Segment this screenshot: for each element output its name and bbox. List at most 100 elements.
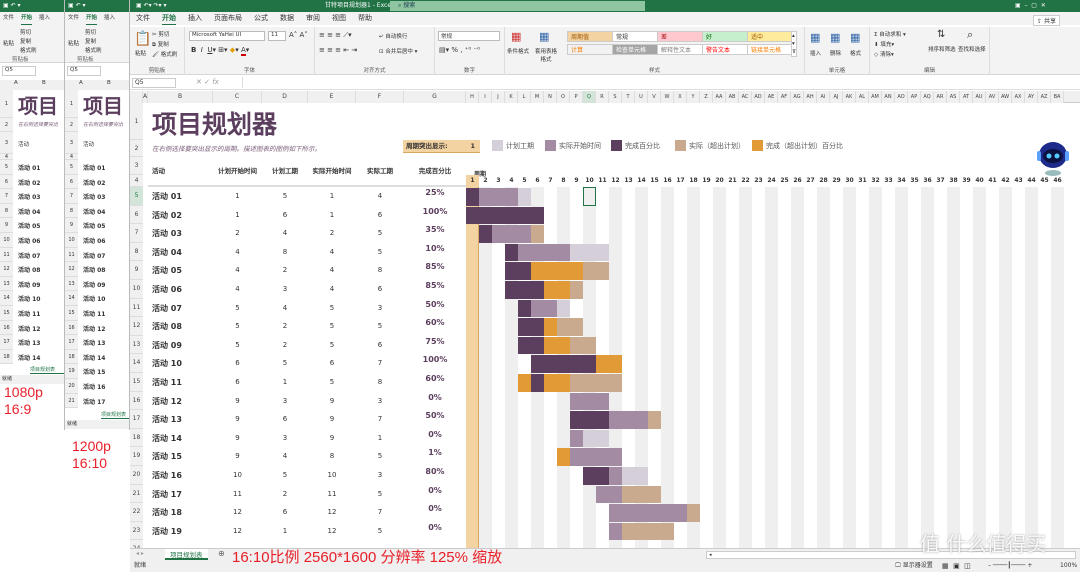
col-header-AD[interactable]: AD: [752, 91, 765, 103]
activity-percent[interactable]: 85%: [404, 281, 466, 290]
activity-pd[interactable]: 2: [262, 266, 308, 274]
activity-row[interactable]: 活动 16 10 5 10 3 80%: [130, 466, 466, 485]
activity-percent[interactable]: 0%: [404, 430, 466, 439]
col-header-AM[interactable]: AM: [869, 91, 882, 103]
col-header-AO[interactable]: AO: [895, 91, 908, 103]
activity-row[interactable]: 活动 19 12 1 12 5 0%: [130, 522, 466, 541]
sort-filter-button[interactable]: 排序和筛选: [928, 45, 956, 53]
col-header-O[interactable]: O: [557, 91, 570, 103]
activity-row[interactable]: 活动 05 4 2 4 8 85%: [130, 261, 466, 280]
activity-percent[interactable]: 75%: [404, 337, 466, 346]
activity-pd[interactable]: 6: [262, 211, 308, 219]
format-button[interactable]: 格式: [850, 49, 861, 57]
col-header-H[interactable]: H: [466, 91, 479, 103]
activity-row[interactable]: 活动 06 4 3 4 6 85%: [130, 280, 466, 299]
activity-ps[interactable]: 2: [213, 229, 262, 237]
col-header-AS[interactable]: AS: [947, 91, 960, 103]
col-header-AC[interactable]: AC: [739, 91, 752, 103]
col-header-M[interactable]: M: [531, 91, 544, 103]
col-header-S[interactable]: S: [609, 91, 622, 103]
name-box[interactable]: Q5: [132, 78, 176, 88]
col-header-G[interactable]: G: [404, 91, 466, 103]
activity-percent[interactable]: 85%: [404, 262, 466, 271]
table-format-button[interactable]: 套用表格格式: [533, 47, 559, 63]
activity-pd[interactable]: 2: [262, 490, 308, 498]
activity-ps[interactable]: 4: [213, 266, 262, 274]
activity-ps[interactable]: 5: [213, 341, 262, 349]
col-header-AF[interactable]: AF: [778, 91, 791, 103]
activity-as[interactable]: 5: [308, 341, 356, 349]
activity-pd[interactable]: 1: [262, 378, 308, 386]
activity-ps[interactable]: 12: [213, 527, 262, 535]
activity-pd[interactable]: 4: [262, 304, 308, 312]
activity-ps[interactable]: 1: [213, 211, 262, 219]
col-header-Y[interactable]: Y: [687, 91, 700, 103]
activity-row[interactable]: 活动 18 12 6 12 7 0%: [130, 503, 466, 522]
activity-as[interactable]: 1: [308, 211, 356, 219]
col-header-AL[interactable]: AL: [856, 91, 869, 103]
number-format-buttons[interactable]: ▤▾ % , ⁺⁰ ⁻⁰: [439, 46, 480, 54]
activity-row[interactable]: 活动 02 1 6 1 6 100%: [130, 206, 466, 225]
merge-center-button[interactable]: ⊡ 合并后居中 ▾: [379, 47, 417, 55]
activity-ps[interactable]: 9: [213, 452, 262, 460]
activity-percent[interactable]: 80%: [404, 467, 466, 476]
col-header-BA[interactable]: BA: [1051, 91, 1064, 103]
font-size-select[interactable]: 11: [268, 31, 286, 41]
mini-sheet-tab[interactable]: 项目规划表: [30, 366, 64, 374]
view-buttons[interactable]: ▦ ▣ ◫: [942, 560, 971, 572]
quick-access-icons[interactable]: ▣ ↶▾ ↷▾ ▾: [136, 0, 166, 12]
activity-row[interactable]: 活动 07 5 4 5 3 50%: [130, 299, 466, 318]
activity-ad[interactable]: 3: [356, 471, 404, 479]
mini-paste-button[interactable]: 粘贴: [3, 39, 14, 47]
number-format-select[interactable]: 常规: [438, 31, 500, 41]
activity-pd[interactable]: 6: [262, 508, 308, 516]
activity-as[interactable]: 2: [308, 229, 356, 237]
activity-row[interactable]: 活动 03 2 4 2 5 35%: [130, 224, 466, 243]
select-all[interactable]: [130, 91, 143, 103]
activity-ad[interactable]: 1: [356, 434, 404, 442]
activity-pd[interactable]: 2: [262, 341, 308, 349]
font-grow-shrink-icons[interactable]: A˄ A˅: [289, 31, 308, 39]
activity-as[interactable]: 4: [308, 248, 356, 256]
align-buttons-2[interactable]: ≡ ≡ ≡ ⇤ ⇥: [319, 46, 357, 54]
find-select-button[interactable]: 查找和选择: [958, 45, 986, 53]
activity-ps[interactable]: 4: [213, 248, 262, 256]
activity-ps[interactable]: 9: [213, 397, 262, 405]
tab-5[interactable]: 数据: [280, 12, 294, 25]
activity-ad[interactable]: 8: [356, 378, 404, 386]
col-header-AK[interactable]: AK: [843, 91, 856, 103]
activity-pd[interactable]: 4: [262, 229, 308, 237]
activity-ad[interactable]: 3: [356, 397, 404, 405]
activity-row[interactable]: 活动 14 9 3 9 1 0%: [130, 429, 466, 448]
activity-as[interactable]: 5: [308, 322, 356, 330]
cell-style-3[interactable]: 好: [702, 31, 748, 42]
col-header-AV[interactable]: AV: [986, 91, 999, 103]
cell-style-0[interactable]: 周期值: [567, 31, 613, 42]
activity-as[interactable]: 9: [308, 434, 356, 442]
zoom-slider[interactable]: – ────┃──── +: [988, 560, 1032, 572]
mini-cut-button[interactable]: 剪切: [20, 28, 31, 36]
row-header-24[interactable]: 24: [130, 540, 143, 548]
col-header-F[interactable]: F: [356, 91, 404, 103]
col-header-AG[interactable]: AG: [791, 91, 804, 103]
mini-name-box[interactable]: Q5: [2, 66, 36, 76]
activity-ad[interactable]: 5: [356, 229, 404, 237]
activity-ad[interactable]: 5: [356, 452, 404, 460]
col-header-AT[interactable]: AT: [960, 91, 973, 103]
col-header-K[interactable]: K: [505, 91, 518, 103]
activity-percent[interactable]: 100%: [404, 355, 466, 364]
mini-tab[interactable]: 开始: [21, 12, 33, 25]
cell-style-8[interactable]: 警告文本: [702, 44, 748, 55]
col-header-AH[interactable]: AH: [804, 91, 817, 103]
display-settings-button[interactable]: 🖵 显示器设置: [895, 560, 933, 572]
col-header-AP[interactable]: AP: [908, 91, 921, 103]
col-header-AR[interactable]: AR: [934, 91, 947, 103]
row-header-4[interactable]: 4: [130, 175, 143, 187]
mini-cut-button[interactable]: 剪切: [85, 28, 96, 36]
col-header-L[interactable]: L: [518, 91, 531, 103]
tab-7[interactable]: 视图: [332, 12, 346, 25]
mini-tab[interactable]: 开始: [86, 12, 98, 25]
activity-percent[interactable]: 1%: [404, 448, 466, 457]
col-header-R[interactable]: R: [596, 91, 609, 103]
add-sheet-icon[interactable]: ⊕: [218, 549, 225, 558]
